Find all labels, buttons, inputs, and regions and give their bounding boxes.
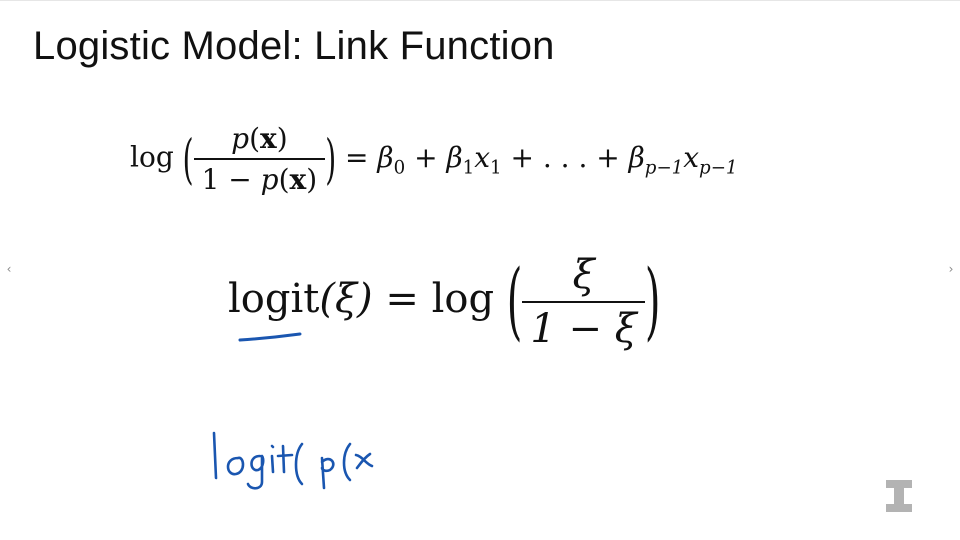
xi-denominator: 1 − ξ bbox=[522, 301, 645, 352]
chevron-left-icon[interactable]: ‹ bbox=[2, 260, 16, 278]
odds-denominator: 1 − p(x) bbox=[193, 158, 326, 196]
odds-fraction: p(x) 1 − p(x) bbox=[193, 122, 326, 196]
slide-top-border bbox=[0, 0, 960, 1]
illinois-block-i-logo bbox=[886, 480, 912, 512]
slide-canvas: Logistic Model: Link Function log ( p(x)… bbox=[0, 0, 960, 540]
log-operator: log bbox=[431, 276, 495, 322]
handwritten-logit-text bbox=[212, 431, 374, 490]
left-paren: ( bbox=[182, 127, 194, 191]
left-paren: ( bbox=[506, 253, 523, 351]
xi-numerator: ξ bbox=[572, 252, 595, 298]
right-paren: ) bbox=[644, 253, 661, 351]
logit-link-equation: log ( p(x) 1 − p(x) ) = β0 + β1x1 + . . … bbox=[130, 122, 738, 196]
equals-sign: = bbox=[372, 276, 432, 322]
slide-title: Logistic Model: Link Function bbox=[33, 24, 555, 68]
logit-definition-equation: logit(ξ) = log ( ξ 1 − ξ ) bbox=[228, 252, 660, 352]
xi-fraction: ξ 1 − ξ bbox=[522, 252, 645, 352]
right-paren: ) bbox=[325, 127, 337, 191]
linear-predictor: = β0 + β1x1 + . . . + βp−1xp−1 bbox=[345, 140, 738, 178]
logit-function-name: logit bbox=[228, 276, 320, 322]
log-operator: log bbox=[130, 140, 174, 174]
chevron-right-icon[interactable]: › bbox=[944, 260, 958, 278]
logit-argument: (ξ) bbox=[319, 276, 373, 322]
odds-numerator: p(x) bbox=[231, 122, 288, 155]
